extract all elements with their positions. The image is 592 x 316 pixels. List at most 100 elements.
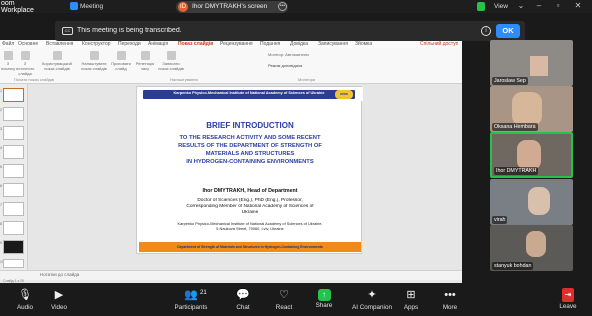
participant-name: virah [492, 216, 508, 224]
participants-button[interactable]: 👥 Participants [166, 288, 216, 311]
share-button[interactable]: ↑ Share [299, 288, 349, 309]
participant-tile-speaking[interactable]: Ihor DMYTRAKH [490, 132, 573, 178]
participants-count: 21 [200, 290, 207, 296]
security-shield-icon[interactable] [477, 2, 485, 11]
slide-thumbnail[interactable] [3, 240, 24, 254]
ribbon: З початку З поточного слайда Користуваць… [0, 48, 462, 84]
current-slide[interactable]: Karpenko Physico-Mechanical Institute of… [136, 86, 363, 254]
hide-slide-button[interactable]: Приховати слайд [110, 51, 132, 71]
ribbon-tab[interactable]: Зйомка [355, 41, 372, 47]
share-label: Share [315, 302, 333, 309]
thumb-number: 2 [0, 108, 2, 112]
timer-icon [140, 51, 150, 60]
video-button[interactable]: ▶ Video [34, 288, 84, 311]
notes-pane[interactable]: Нотатки до слайда [0, 270, 462, 280]
record-icon [166, 51, 176, 60]
share-access-button[interactable]: Спільний доступ [420, 41, 458, 47]
custom-show-button[interactable]: Користувацький показ слайдів [42, 51, 72, 71]
ribbon-tab[interactable]: Анімація [148, 41, 168, 47]
group-label: Почати показ слайдів [14, 77, 54, 82]
more-button[interactable]: ••• More [425, 288, 475, 311]
thumb-number: 9 [0, 241, 2, 245]
slide-header-text: Karpenko Physico-Mechanical Institute of… [173, 91, 325, 95]
slideshow-icon [20, 51, 30, 60]
slide-thumbnails: 1 2 3 4 5 6 7 8 9 10 [0, 84, 28, 270]
ribbon-tab[interactable]: Рецензування [220, 41, 253, 47]
ribbon-tab[interactable]: Довідка [290, 41, 308, 47]
slide-thumbnail[interactable] [3, 202, 24, 216]
slide-thumbnail[interactable] [3, 88, 24, 102]
participant-tile[interactable]: stanyuk bohdan [490, 225, 573, 271]
view-button[interactable]: View [494, 3, 508, 10]
thumb-number: 1 [0, 89, 2, 93]
sharer-avatar: ID [178, 2, 188, 12]
ribbon-tab[interactable]: Переходи [118, 41, 141, 47]
chevron-down-icon[interactable]: ⌄ [516, 1, 526, 11]
slide-thumbnail[interactable] [3, 221, 24, 235]
participant-tile[interactable]: virah [490, 179, 573, 225]
encryption-shield-icon[interactable] [70, 2, 78, 10]
setup-icon [89, 51, 99, 60]
monitor-select[interactable]: Монітор: Автоматично [268, 52, 309, 57]
slide-thumbnail[interactable] [3, 183, 24, 197]
ribbon-tab[interactable]: Основне [18, 41, 38, 47]
group-label: Налаштування [170, 77, 198, 82]
slide-degree-line: Doctor of Sciences (Eng.), PhD (Eng.), P… [197, 198, 303, 203]
record-show-button[interactable]: Записати показ слайдів [158, 51, 184, 71]
minimize-icon[interactable]: – [534, 1, 544, 11]
meeting-toolbar: 🎙 Audio ▶ Video 👥 Participants 21 💬 Chat… [0, 283, 592, 316]
slide-thumbnail[interactable] [3, 107, 24, 121]
info-icon[interactable]: i [481, 26, 491, 36]
participant-tile[interactable]: Jaroslaw Sep [490, 40, 573, 86]
participant-name: Jaroslaw Sep [492, 77, 528, 85]
slide-degree-line: Corresponding Member of National Academy… [186, 204, 314, 209]
slide-institute-line: 5 Naukova Street, 79060, Lviv, Ukraine [216, 226, 284, 231]
slide-thumbnail[interactable] [3, 145, 24, 159]
close-icon[interactable]: ✕ [573, 1, 583, 11]
leave-label: Leave [559, 303, 577, 310]
participant-name: stanyuk bohdan [492, 262, 534, 270]
slide-thumbnail[interactable] [3, 126, 24, 140]
screen-share-label: Ihor DMYTRAKH's screen [192, 3, 268, 10]
slide-subtitle-line: IN HYDROGEN-CONTAINING ENVIRONMENTS [186, 159, 314, 165]
app-title: oom Workplace [1, 0, 34, 14]
slide-thumbnail[interactable] [3, 164, 24, 178]
group-label: Монітори [298, 77, 316, 82]
ribbon-tab[interactable]: Файл [2, 41, 14, 47]
setup-show-button[interactable]: Налаштувати показ слайдів [80, 51, 108, 71]
thumb-number: 4 [0, 146, 2, 150]
participant-tile[interactable]: Oksana Hembara [490, 86, 573, 132]
banner-text: This meeting is being transcribed. [77, 27, 182, 34]
ribbon-tabs: Файл Основне Вставлення Конструктор Пере… [0, 40, 462, 48]
notes-placeholder: Нотатки до слайда [40, 272, 80, 277]
participants-icon: 👥 [184, 289, 198, 301]
participant-video [526, 231, 546, 257]
ribbon-tab[interactable]: Вставлення [46, 41, 73, 47]
slide-degree-line: Ukraine [241, 210, 259, 215]
transcription-banner: CC This meeting is being transcribed. i … [55, 21, 525, 41]
ribbon-tab[interactable]: Подання [260, 41, 280, 47]
meeting-title: Meeting [80, 3, 104, 10]
more-dots-icon: ••• [444, 289, 456, 301]
participant-video [517, 140, 541, 170]
slide-subtitle-line: MATERIALS AND STRUCTURES [205, 151, 295, 157]
from-start-button[interactable]: З початку [1, 51, 15, 71]
presenter-view-checkbox[interactable]: Режим доповідача [268, 63, 302, 68]
closed-caption-icon: CC [62, 27, 73, 35]
more-options-icon[interactable]: ••• [278, 2, 287, 11]
slide-title: BRIEF INTRODUCTION [206, 121, 294, 130]
from-current-button[interactable]: З поточного слайда [16, 51, 34, 76]
ribbon-tab-active[interactable]: Показ слайдів [178, 41, 213, 47]
screen-share-indicator[interactable]: ID Ihor DMYTRAKH's screen ••• [176, 1, 288, 13]
slide-thumbnail[interactable] [3, 259, 24, 268]
ribbon-tab[interactable]: Записування [318, 41, 348, 47]
maximize-icon[interactable]: ▫ [553, 1, 563, 11]
slide-footer-text: Department of Strength of Materials and … [177, 245, 323, 249]
ribbon-tab[interactable]: Конструктор [82, 41, 111, 47]
thumb-number: 6 [0, 184, 2, 188]
rehearse-timings-button[interactable]: Репетиція часу [134, 51, 156, 71]
ok-button[interactable]: OK [496, 24, 520, 38]
slide-canvas: Karpenko Physico-Mechanical Institute of… [28, 84, 462, 270]
leave-button[interactable]: ⇥ Leave [544, 288, 592, 310]
slide-header: Karpenko Physico-Mechanical Institute of… [137, 87, 363, 101]
